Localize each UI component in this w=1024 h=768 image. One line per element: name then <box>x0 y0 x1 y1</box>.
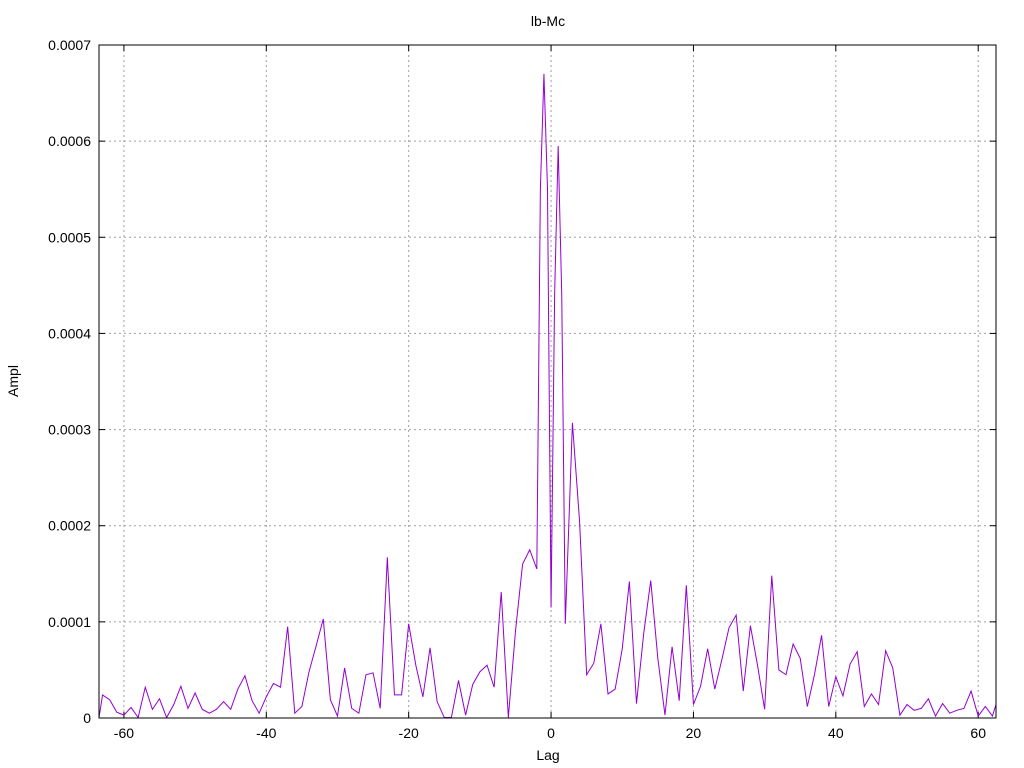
y-tick-label: 0.0006 <box>48 133 91 149</box>
x-tick-label: 0 <box>547 725 555 741</box>
x-tick-label: -20 <box>399 725 419 741</box>
x-tick-label: -60 <box>114 725 134 741</box>
y-tick-label: 0.0002 <box>48 518 91 534</box>
x-tick-label: 60 <box>970 725 986 741</box>
y-tick-label: 0.0005 <box>48 229 91 245</box>
x-tick-label: -40 <box>256 725 276 741</box>
y-tick-label: 0.0001 <box>48 614 91 630</box>
chart: 0 0.0001 0.0002 0.0003 0.0004 0.0005 0.0006 0.0… <box>0 0 1024 768</box>
y-tick-label: 0.0003 <box>48 422 91 438</box>
chart-background <box>0 0 1024 768</box>
x-tick-label: 20 <box>686 725 702 741</box>
x-axis-label: Lag <box>536 747 559 763</box>
x-tick-label: 40 <box>828 725 844 741</box>
y-tick-label: 0.0007 <box>48 37 91 53</box>
chart-title: lb-Mc <box>531 13 565 29</box>
y-tick-label: 0 <box>83 710 91 726</box>
y-axis-label: Ampl <box>5 365 21 397</box>
y-tick-label: 0.0004 <box>48 325 91 341</box>
